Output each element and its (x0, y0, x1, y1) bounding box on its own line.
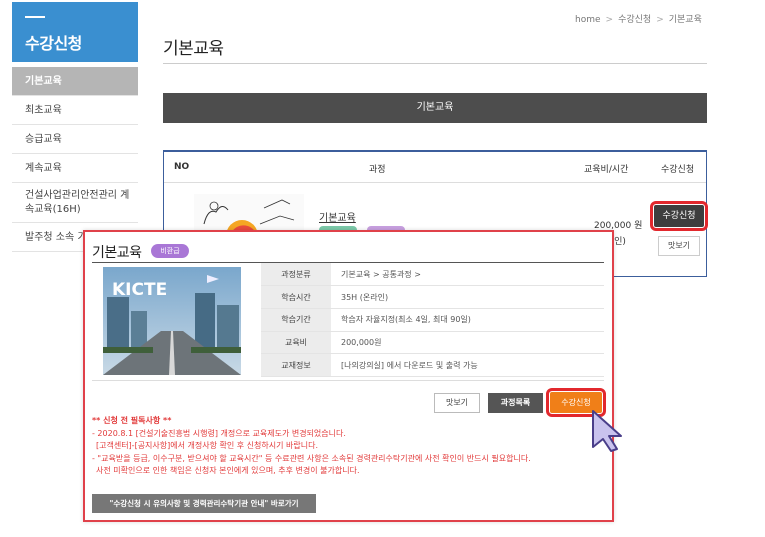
breadcrumb-separator: > (605, 15, 614, 25)
info-row: 과정분류 기본교육 > 공통과정 > (261, 263, 604, 287)
info-key: 과정분류 (261, 263, 331, 287)
course-list-button[interactable]: 과정목록 (488, 393, 543, 413)
popup-title: 기본교육 (92, 245, 142, 261)
header-divider (164, 182, 706, 183)
info-key: 교재정보 (261, 353, 331, 377)
breadcrumb-home[interactable]: home (575, 15, 601, 25)
sidebar-title: 수강신청 (25, 34, 82, 53)
column-header-course: 과정 (369, 165, 386, 175)
sidebar-item-promotion[interactable]: 승급교육 (12, 125, 138, 154)
sidebar-item-safety-continuing[interactable]: 건설사업관리안전관리 계속교육(16H) (12, 183, 138, 223)
notice-line: - "교육받을 등급, 이수구분, 받으셔야 할 교육시간" 등 수료관련 사항… (92, 453, 531, 463)
info-key: 교육비 (261, 331, 331, 355)
notice-line: 사전 미확인으로 인한 책임은 신청자 본인에게 있으며, 추후 변경이 불가합… (96, 466, 360, 475)
info-row: 교재정보 [나의강의실] 에서 다운로드 및 출력 가능 (261, 353, 604, 377)
sidebar-header: 수강신청 (12, 2, 138, 62)
notice-line: - 2020.8.1 [건설기술진흥법 시행령] 개정으로 교육제도가 변경되었… (92, 428, 346, 438)
column-header-fee: 교육비/시간 (584, 165, 629, 175)
course-link[interactable]: 기본교육 (319, 209, 356, 224)
breadcrumb: home > 수강신청 > 기본교육 (575, 12, 702, 25)
notice-line: [고객센터]-[공지사항]에서 개정사항 확인 후 신청하시기 바랍니다. (96, 441, 318, 450)
info-value: 200,000원 (331, 331, 604, 355)
title-divider (163, 63, 707, 64)
page-title: 기본교육 (163, 39, 224, 59)
info-row: 학습시간 35H (온라인) (261, 285, 604, 309)
info-value: 35H (온라인) (331, 285, 604, 309)
info-key: 학습시간 (261, 285, 331, 309)
row-preview-button[interactable]: 맛보기 (658, 236, 700, 256)
column-header-no: NO (174, 162, 190, 172)
guide-link-button[interactable]: "수강신청 시 유의사항 및 경력관리수탁기관 안내" 바로가기 (92, 494, 316, 513)
header-accent-line (25, 16, 45, 18)
sidebar-item-continuing[interactable]: 계속교육 (12, 154, 138, 183)
course-image: KICTE (103, 267, 241, 375)
course-detail-popup: 기본교육 비환급 KICTE 과정분류 기본교육 > 공통과정 > 학습시간 3… (83, 230, 622, 522)
info-value: 기본교육 > 공통과정 > (331, 263, 604, 287)
preview-button[interactable]: 맛보기 (434, 393, 480, 413)
column-header-apply: 수강신청 (661, 165, 695, 175)
row-apply-button[interactable]: 수강신청 (650, 201, 708, 231)
info-row: 교육비 200,000원 (261, 331, 604, 355)
course-info-table: 과정분류 기본교육 > 공통과정 > 학습시간 35H (온라인) 학습기간 학… (261, 263, 604, 377)
notice-block: ** 신청 전 필독사항 ** - 2020.8.1 [건설기술진흥법 시행령]… (92, 415, 607, 478)
sidebar-item-basic[interactable]: 기본교육 (12, 67, 138, 96)
info-value: [나의강의실] 에서 다운로드 및 출력 가능 (331, 353, 604, 377)
breadcrumb-level1[interactable]: 수강신청 (618, 15, 651, 25)
non-refund-badge: 비환급 (151, 244, 189, 258)
sidebar-nav: 기본교육 최초교육 승급교육 계속교육 건설사업관리안전관리 계속교육(16H)… (12, 67, 138, 252)
breadcrumb-separator: > (656, 15, 664, 25)
info-row: 학습기간 학습자 자율지정(최소 4일, 최대 90일) (261, 308, 604, 332)
breadcrumb-level2[interactable]: 기본교육 (669, 15, 702, 25)
sidebar-item-initial[interactable]: 최초교육 (12, 96, 138, 125)
notice-heading: ** 신청 전 필독사항 ** (92, 416, 172, 425)
info-key: 학습기간 (261, 308, 331, 332)
image-logo-text: KICTE (112, 280, 167, 300)
popup-divider (92, 380, 604, 381)
info-value: 학습자 자율지정(최소 4일, 최대 90일) (331, 308, 604, 332)
section-title-bar: 기본교육 (163, 93, 707, 123)
course-thumbnail[interactable] (194, 194, 304, 234)
